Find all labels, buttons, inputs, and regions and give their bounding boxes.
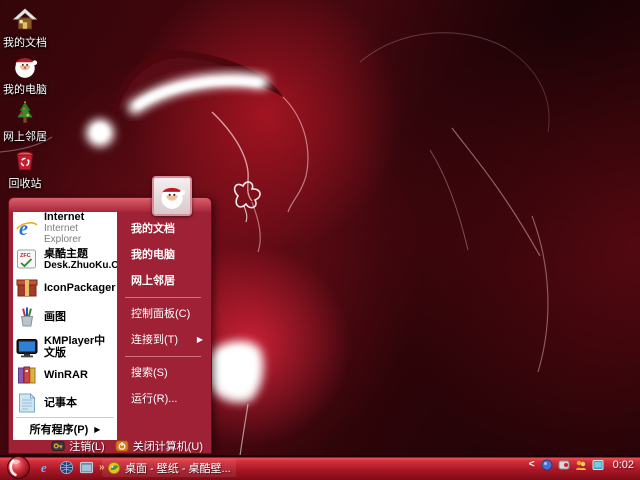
quick-launch-ie-icon[interactable]: e [38,459,54,475]
menu-item-title: Internet [44,211,115,223]
log-off-button[interactable]: 注销(L) [51,438,104,454]
desktop-icon-label: 我的文档 [0,34,50,50]
menu-item-winrar[interactable]: WinRAR [13,361,117,388]
start-menu-right-column: 我的文档 我的电脑 网上邻居 控制面板(C) 连接到(T) ▶ 搜索(S) 运行… [117,212,209,440]
menu-item-my-documents[interactable]: 我的文档 [117,216,209,242]
iconpackager-icon [15,276,39,300]
desktop-icon-label: 网上邻居 [0,128,50,144]
submenu-arrow-icon: ▶ [197,327,203,353]
menu-item-paint[interactable]: 画图 [13,301,117,332]
menu-item-title: 记事本 [44,397,77,409]
menu-item-search[interactable]: 搜索(S) [117,360,209,386]
menu-item-zhuoku-theme[interactable]: ZFC 桌酷主题 Desk.ZhuoKu.Com [13,244,117,274]
menu-item-title: 画图 [44,311,66,323]
menu-item-run[interactable]: 运行(R)... [117,386,209,412]
svg-text:e: e [40,460,46,475]
log-off-label: 注销(L) [69,438,104,454]
santa-face-icon [12,53,38,79]
svg-text:ZFC: ZFC [20,253,31,259]
menu-item-notepad[interactable]: 记事本 [13,388,117,417]
desktop-icon-recycle-bin[interactable]: 回收站 [0,147,50,191]
menu-item-network-places[interactable]: 网上邻居 [117,268,209,294]
tray-network-icon[interactable] [541,458,554,471]
arrow-right-icon: ▶ [94,425,100,434]
quick-launch-globe-icon[interactable] [58,459,74,475]
taskbar-clock[interactable]: 0:02 [609,459,638,471]
menu-item-title: KMPlayer中文版 [44,335,115,359]
start-menu-footer: 注销(L) 关闭计算机(U) [9,438,211,453]
winrar-icon [15,363,39,387]
task-button-label: 桌面 - 壁纸 - 桌酷壁... [125,460,231,476]
menu-item-title: IconPackager [44,282,116,294]
notepad-icon [15,391,39,415]
menu-item-iconpackager[interactable]: IconPackager [13,274,117,301]
user-avatar[interactable] [152,176,192,216]
system-tray: < 0:02 [527,458,638,471]
kmplayer-icon [15,335,39,359]
menu-item-connect-to[interactable]: 连接到(T) ▶ [117,327,209,353]
tray-collapse-icon[interactable]: < [527,459,537,470]
desktop-icon-label: 我的电脑 [0,81,50,97]
svg-text:e: e [19,218,28,240]
menu-separator [125,297,201,298]
theme-icon: ZFC [15,247,39,271]
recycle-bin-icon [12,147,38,173]
tray-volume-icon[interactable] [558,458,571,471]
log-off-icon [51,439,65,453]
tray-users-icon[interactable] [575,458,588,471]
desktop: 我的文档 我的电脑 网上邻居 [0,0,640,480]
quick-launch: e » [38,459,106,475]
menu-item-my-computer[interactable]: 我的电脑 [117,242,209,268]
santa-avatar-icon [158,182,186,210]
all-programs-label: 所有程序(P) [30,421,89,437]
desktop-icon-my-computer[interactable]: 我的电脑 [0,53,50,97]
menu-item-control-panel[interactable]: 控制面板(C) [117,301,209,327]
christmas-house-icon [12,6,38,32]
power-icon [115,439,129,453]
menu-item-internet[interactable]: e Internet Internet Explorer [13,212,117,244]
wallpaper-app-icon [107,461,121,475]
menu-item-subtitle: Internet Explorer [44,223,115,245]
tray-display-icon[interactable] [592,458,605,471]
start-button[interactable] [7,456,30,479]
paint-icon [15,305,39,329]
internet-explorer-icon: e [15,216,39,240]
menu-item-kmplayer[interactable]: KMPlayer中文版 [13,332,117,361]
turn-off-computer-button[interactable]: 关闭计算机(U) [115,438,203,454]
menu-item-title: WinRAR [44,369,88,381]
menu-item-label: 连接到(T) [131,334,178,346]
desktop-icon-network-places[interactable]: 网上邻居 [0,100,50,144]
christmas-tree-icon [12,100,38,126]
start-menu: e Internet Internet Explorer ZFC 桌酷主题 De… [8,197,212,454]
quick-launch-window-icon[interactable] [78,459,94,475]
start-menu-left-column: e Internet Internet Explorer ZFC 桌酷主题 De… [13,212,117,440]
task-button-wallpaper[interactable]: 桌面 - 壁纸 - 桌酷壁... [102,459,236,477]
turn-off-label: 关闭计算机(U) [133,438,203,454]
desktop-icon-my-documents[interactable]: 我的文档 [0,6,50,50]
menu-separator [125,356,201,357]
desktop-icon-label: 回收站 [0,175,50,191]
